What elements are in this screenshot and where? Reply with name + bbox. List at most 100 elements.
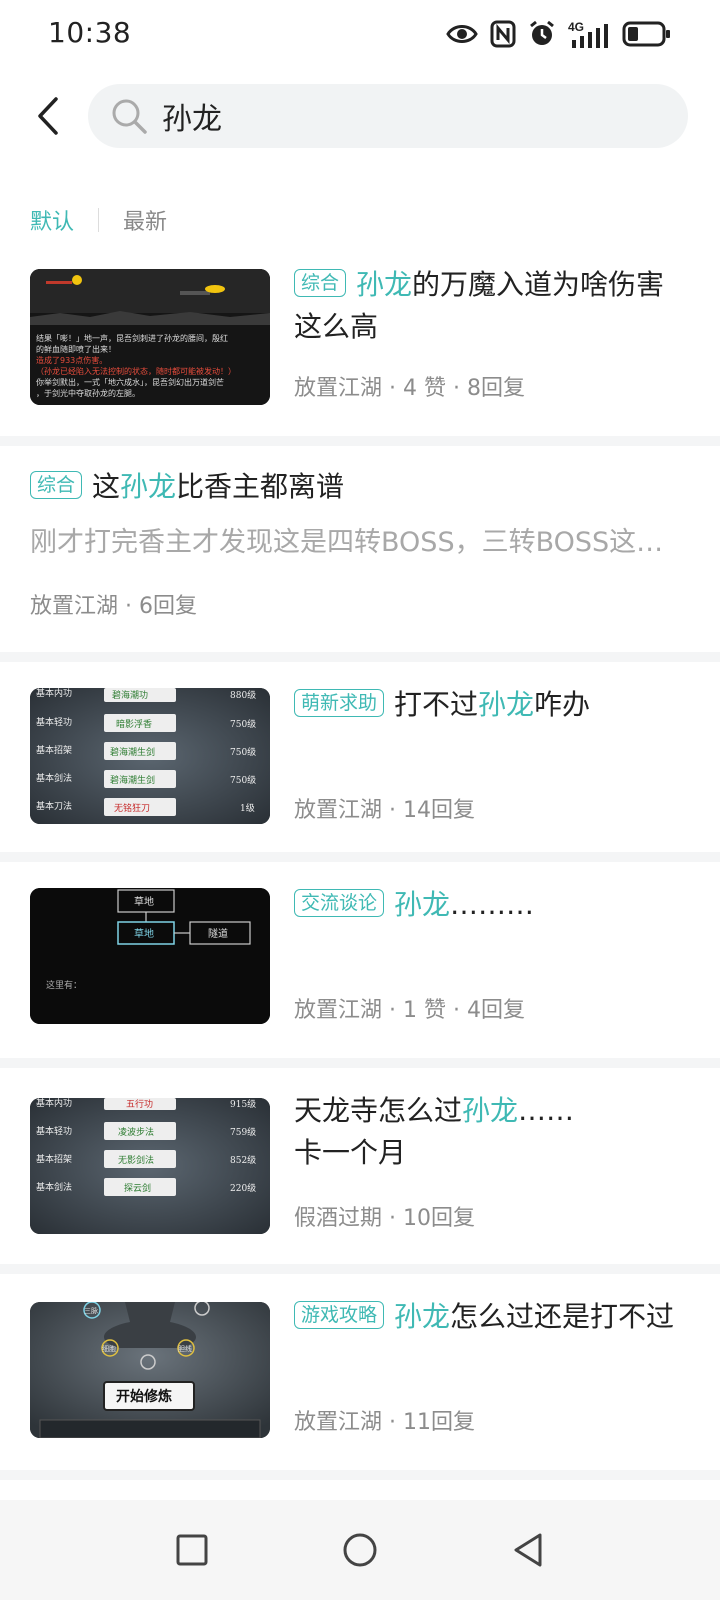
post-content: 萌新求助 打不过孙龙咋办 bbox=[294, 684, 690, 726]
back-nav-button[interactable] bbox=[504, 1526, 552, 1574]
list-item[interactable]: 结果「嘭！」地一声，昆吾剑刺进了孙龙的腰间，殷红 的鲜血随即喷了出来！ 造成了9… bbox=[0, 254, 720, 430]
post-author: 假酒过期 bbox=[294, 1206, 383, 1231]
svg-text:915级: 915级 bbox=[230, 1098, 256, 1110]
home-button[interactable] bbox=[336, 1526, 384, 1574]
post-likes: 4 赞 bbox=[403, 376, 446, 401]
post-meta: 放置江湖 · 11回复 bbox=[294, 1410, 475, 1435]
post-title: 综合 这孙龙比香主都离谱 bbox=[30, 466, 690, 508]
post-title: 交流谈论 孙龙……… bbox=[294, 884, 690, 926]
post-meta: 放置江湖 · 1 赞 · 4回复 bbox=[294, 998, 525, 1023]
sort-tab-default[interactable]: 默认 bbox=[30, 204, 74, 236]
title-highlight: 孙龙 bbox=[462, 1094, 519, 1127]
thumb-start-button: 开始修炼 bbox=[116, 1388, 172, 1405]
svg-text:基本轻功: 基本轻功 bbox=[36, 716, 72, 728]
svg-text:基本剑法: 基本剑法 bbox=[36, 772, 72, 784]
sort-tab-latest[interactable]: 最新 bbox=[123, 204, 167, 236]
signal-icon: 4G bbox=[568, 20, 608, 48]
triangle-back-icon bbox=[514, 1533, 542, 1567]
post-content: 天龙寺怎么过孙龙…… 卡一个月 bbox=[294, 1090, 690, 1174]
search-box[interactable] bbox=[88, 84, 688, 148]
status-icons: 4G bbox=[446, 16, 672, 52]
map-node-right: 隧道 bbox=[208, 927, 228, 940]
thumb-skill-label: 基本内功 bbox=[36, 688, 72, 699]
system-nav-bar bbox=[0, 1500, 720, 1600]
eye-icon bbox=[446, 25, 478, 43]
post-title-line2: 卡一个月 bbox=[294, 1136, 407, 1169]
circle-icon bbox=[343, 1533, 377, 1567]
post-title: 天龙寺怎么过孙龙…… 卡一个月 bbox=[294, 1094, 575, 1169]
svg-text:基本刀法: 基本刀法 bbox=[36, 800, 72, 812]
post-content: 综合 这孙龙比香主都离谱 刚才打完香主才发现这是四转BOSS，三转BOSS这么高 bbox=[30, 466, 690, 559]
post-replies: 8回复 bbox=[466, 376, 525, 401]
post-title: 萌新求助 打不过孙龙咋办 bbox=[294, 684, 690, 726]
post-content: 综合 孙龙的万魔入道为啥伤害这么高 bbox=[294, 264, 690, 348]
svg-text:无影剑法: 无影剑法 bbox=[118, 1154, 154, 1166]
svg-text:探云剑: 探云剑 bbox=[124, 1182, 151, 1194]
post-likes: 1 赞 bbox=[403, 998, 446, 1023]
svg-text:五行功: 五行功 bbox=[126, 1098, 153, 1110]
post-tag: 交流谈论 bbox=[294, 889, 385, 917]
square-icon bbox=[176, 1534, 208, 1566]
search-icon bbox=[112, 99, 147, 134]
list-item[interactable]: 草地 草地 隧道 这里有： 交流谈论 孙龙……… 放置江湖 · 1 赞 · 4回复 bbox=[0, 862, 720, 1058]
post-thumbnail: 结果「嘭！」地一声，昆吾剑刺进了孙龙的腰间，殷红 的鲜血随即喷了出来！ 造成了9… bbox=[30, 269, 270, 405]
title-highlight: 孙龙 bbox=[394, 1300, 451, 1333]
post-author: 放置江湖 bbox=[294, 998, 383, 1023]
post-meta: 放置江湖 · 14回复 bbox=[294, 798, 475, 823]
sort-tabs: 默认 最新 bbox=[30, 200, 167, 240]
post-meta: 放置江湖 · 6回复 bbox=[30, 594, 197, 619]
divider bbox=[0, 852, 720, 862]
svg-text:750级: 750级 bbox=[230, 746, 256, 758]
title-highlight: 孙龙 bbox=[120, 470, 177, 503]
post-thumbnail: 三脉 细胞 胆线 开始修炼 bbox=[30, 1302, 270, 1438]
search-input[interactable] bbox=[162, 98, 642, 134]
post-meta: 放置江湖 · 4 赞 · 8回复 bbox=[294, 376, 525, 401]
svg-text:碧海潮生剑: 碧海潮生剑 bbox=[110, 774, 155, 786]
divider bbox=[0, 1058, 720, 1068]
post-content: 交流谈论 孙龙……… bbox=[294, 884, 690, 926]
divider bbox=[0, 652, 720, 662]
svg-text:基本招架: 基本招架 bbox=[36, 744, 72, 756]
sort-divider bbox=[98, 208, 100, 232]
thumb-skill-name: 碧海潮功 bbox=[112, 689, 148, 701]
post-meta: 假酒过期 · 10回复 bbox=[294, 1206, 475, 1231]
thumb-line: 造成了933点伤害。 bbox=[36, 355, 107, 365]
post-replies: 11回复 bbox=[403, 1410, 475, 1435]
thumb-line: 的鲜血随即喷了出来！ bbox=[36, 344, 116, 354]
title-highlight: 孙龙 bbox=[394, 888, 451, 921]
list-item[interactable]: 综合 这孙龙比香主都离谱 刚才打完香主才发现这是四转BOSS，三转BOSS这么高 … bbox=[0, 446, 720, 652]
post-tag: 游戏攻略 bbox=[294, 1301, 385, 1329]
post-author: 放置江湖 bbox=[294, 798, 383, 823]
thumb-line: 你举剑默出，一式「地六成水」，昆吾剑幻出万道剑芒 bbox=[36, 377, 224, 387]
network-label: 4G bbox=[568, 20, 584, 34]
svg-text:基本轻功: 基本轻功 bbox=[36, 1125, 72, 1137]
svg-text:220级: 220级 bbox=[230, 1182, 256, 1194]
svg-text:750级: 750级 bbox=[230, 774, 256, 786]
back-button[interactable] bbox=[26, 90, 70, 142]
post-author: 放置江湖 bbox=[30, 594, 119, 619]
post-thumbnail: 草地 草地 隧道 这里有： bbox=[30, 888, 270, 1024]
recent-apps-button[interactable] bbox=[168, 1526, 216, 1574]
post-content: 游戏攻略 孙龙怎么过还是打不过 bbox=[294, 1296, 690, 1338]
status-bar: 10:38 4G bbox=[0, 0, 720, 70]
divider bbox=[0, 1470, 720, 1480]
svg-text:852级: 852级 bbox=[230, 1154, 256, 1166]
list-item[interactable]: 基本内功 碧海潮功 880级 基本轻功 暗影浮香 750级 基本招架 碧海潮生剑… bbox=[0, 662, 720, 848]
list-item[interactable]: 基本内功 五行功 915级 基本轻功 凌波步法 759级 基本招架 无影剑法 8… bbox=[0, 1068, 720, 1264]
svg-text:碧海潮生剑: 碧海潮生剑 bbox=[110, 746, 155, 758]
thumb-line: （孙龙已经陷入无法控制的状态，随时都可能被发动！） bbox=[36, 366, 236, 376]
alarm-icon bbox=[530, 20, 554, 45]
thumb-node: 胆线 bbox=[178, 1344, 192, 1353]
post-title: 游戏攻略 孙龙怎么过还是打不过 bbox=[294, 1296, 690, 1338]
divider bbox=[0, 1264, 720, 1274]
post-tag: 综合 bbox=[30, 471, 83, 499]
post-title: 综合 孙龙的万魔入道为啥伤害这么高 bbox=[294, 268, 665, 343]
list-item[interactable]: 三脉 细胞 胆线 开始修炼 游戏攻略 孙龙怎么过还是打不过 放置江湖 · 11回复 bbox=[0, 1274, 720, 1470]
post-replies: 10回复 bbox=[403, 1206, 475, 1231]
post-author: 放置江湖 bbox=[294, 376, 383, 401]
svg-text:凌波步法: 凌波步法 bbox=[118, 1126, 154, 1138]
thumb-skill-level: 880级 bbox=[230, 689, 256, 701]
title-highlight: 孙龙 bbox=[478, 688, 535, 721]
post-replies: 6回复 bbox=[139, 594, 197, 619]
svg-text:1级: 1级 bbox=[240, 802, 255, 814]
